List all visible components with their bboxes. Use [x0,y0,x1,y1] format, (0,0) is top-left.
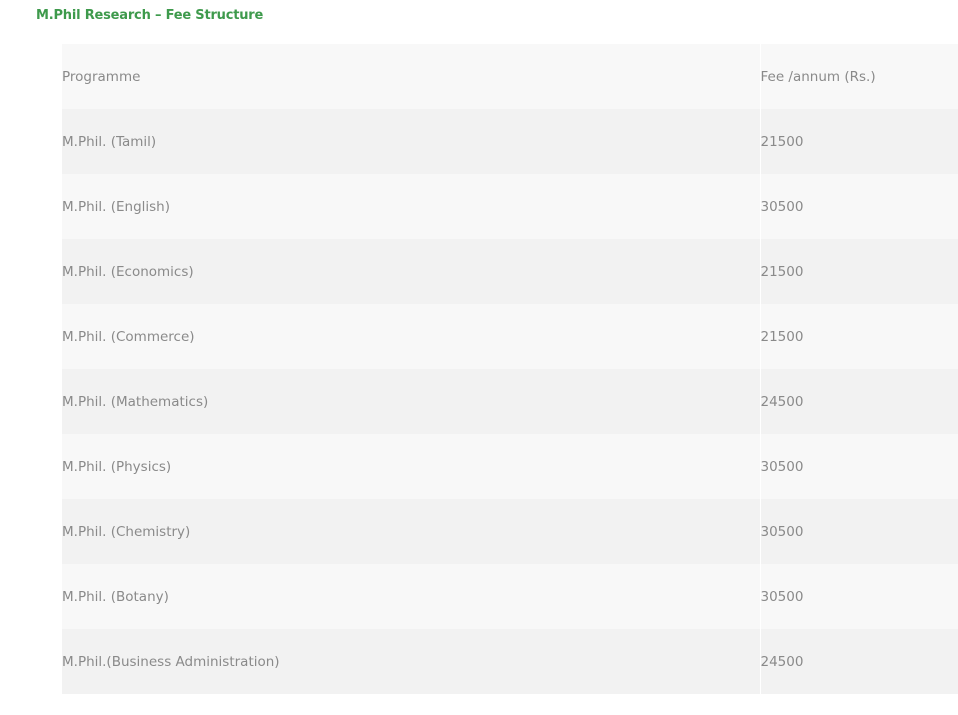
table-row: M.Phil. (Botany) 30500 [62,564,958,629]
programme-cell: M.Phil. (Commerce) [62,304,761,369]
fee-cell: 21500 [760,304,958,369]
programme-cell: M.Phil. (Chemistry) [62,499,761,564]
programme-cell: M.Phil. (Physics) [62,434,761,499]
fee-cell: 21500 [760,239,958,304]
fee-cell: 21500 [760,109,958,174]
programme-cell: M.Phil. (Economics) [62,239,761,304]
fee-cell: 30500 [760,499,958,564]
table-row: M.Phil. (Physics) 30500 [62,434,958,499]
programme-cell: M.Phil. (English) [62,174,761,239]
fee-table: Programme Fee /annum (Rs.) M.Phil. (Tami… [62,44,958,694]
fee-cell: 30500 [760,174,958,239]
section-title: M.Phil Research – Fee Structure [36,8,264,23]
header-fee: Fee /annum (Rs.) [760,44,958,109]
fee-cell: 30500 [760,434,958,499]
fee-cell: 30500 [760,564,958,629]
fee-cell: 24500 [760,629,958,694]
programme-cell: M.Phil. (Tamil) [62,109,761,174]
programme-cell: M.Phil. (Botany) [62,564,761,629]
table-row: M.Phil. (English) 30500 [62,174,958,239]
programme-cell: M.Phil. (Mathematics) [62,369,761,434]
table-row: M.Phil. (Mathematics) 24500 [62,369,958,434]
table-row: M.Phil.(Business Administration) 24500 [62,629,958,694]
header-programme: Programme [62,44,761,109]
programme-cell: M.Phil.(Business Administration) [62,629,761,694]
table-row: M.Phil. (Tamil) 21500 [62,109,958,174]
table-row: M.Phil. (Economics) 21500 [62,239,958,304]
table-header-row: Programme Fee /annum (Rs.) [62,44,958,109]
fee-cell: 24500 [760,369,958,434]
table-row: M.Phil. (Commerce) 21500 [62,304,958,369]
table-row: M.Phil. (Chemistry) 30500 [62,499,958,564]
